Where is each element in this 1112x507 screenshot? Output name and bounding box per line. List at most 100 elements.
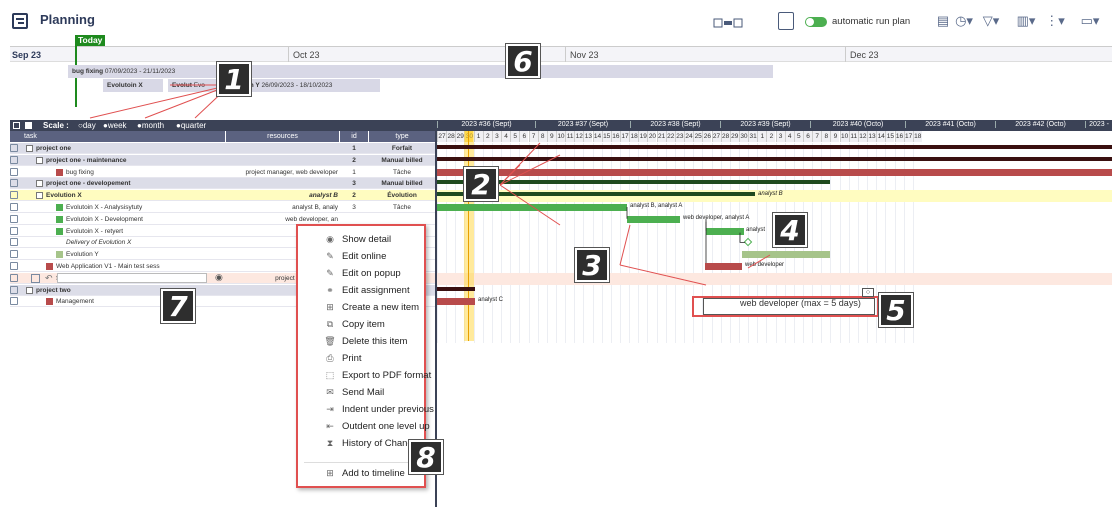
columns-icon[interactable]: ▥▾: [1015, 13, 1037, 29]
column-header-type[interactable]: type: [369, 131, 435, 142]
history-icon[interactable]: ◷▾: [953, 13, 975, 29]
expand-icon[interactable]: [25, 122, 32, 129]
filter-icon[interactable]: ▽▾: [980, 13, 1002, 29]
menu-item[interactable]: ⧉ Copy item: [306, 319, 385, 330]
column-header-task[interactable]: task: [10, 131, 225, 142]
column-header-resources[interactable]: resources: [226, 131, 339, 142]
outdent-icon: ⇤: [326, 421, 334, 431]
table-row[interactable]: Evolution X analyst B 2 Évolution: [10, 190, 435, 202]
menu-item-label: Create a new item: [342, 302, 420, 313]
close-icon[interactable]: ○: [862, 288, 874, 297]
menu-item[interactable]: ⎙ Print: [306, 353, 361, 364]
week-header: 2023 #42 (Octo): [995, 121, 1085, 128]
task-icon: [10, 167, 18, 176]
menu-item[interactable]: ⊞ Create a new item: [306, 302, 419, 313]
trash-icon: 🗑: [324, 336, 336, 346]
day-header: 27: [711, 131, 721, 142]
menu-item[interactable]: ✎ Edit on popup: [306, 268, 400, 279]
menu-item[interactable]: ✎ Edit online: [306, 251, 386, 262]
task-name: project one - maintenance: [46, 156, 127, 164]
day-header: 6: [519, 131, 529, 142]
menu-item[interactable]: ⬚ Export to PDF format: [306, 370, 432, 381]
day-header: 12: [857, 131, 867, 142]
day-header: 19: [638, 131, 648, 142]
print-icon: ⎙: [326, 353, 334, 363]
menu-item[interactable]: ◉ Show detail: [306, 234, 391, 245]
column-header-id[interactable]: id: [340, 131, 368, 142]
gantt-bar-label: analyst B: [758, 191, 783, 198]
timeline-item[interactable]: Evolutoin X: [103, 79, 163, 92]
timeline-item-name: bug fixing: [72, 68, 104, 75]
task-id: 3: [352, 180, 356, 188]
menu-item[interactable]: ⇥ Indent under previous: [306, 404, 434, 415]
task-bar[interactable]: [742, 251, 830, 259]
table-row[interactable]: project one - maintenance 2 Manual billed: [10, 154, 435, 166]
scale-option-month[interactable]: ●month: [137, 120, 164, 131]
collapse-toggle-icon[interactable]: [36, 156, 43, 164]
task-color-swatch: [56, 168, 63, 176]
collapse-icon[interactable]: [13, 122, 20, 129]
scale-option-day[interactable]: ○day: [78, 120, 96, 131]
scale-option-quarter[interactable]: ●quarter: [176, 120, 206, 131]
save-icon[interactable]: [31, 273, 40, 283]
view-icon[interactable]: ◉: [215, 272, 223, 283]
table-row[interactable]: bug fixing project manager, web developer…: [10, 167, 435, 178]
task-bar[interactable]: [437, 168, 1112, 176]
collapse-toggle-icon[interactable]: [36, 192, 43, 200]
menu-item-label: Export to PDF format: [342, 370, 432, 381]
task-bar[interactable]: [706, 227, 744, 235]
task-bar[interactable]: [437, 204, 627, 211]
auto-run-toggle[interactable]: [805, 17, 827, 27]
day-header: 11: [565, 131, 575, 142]
layout-icon[interactable]: ▤: [935, 13, 951, 29]
timeline-month: Nov 23: [570, 50, 599, 60]
callout-badge: 1: [217, 62, 251, 96]
menu-item[interactable]: ⇤ Outdent one level up: [306, 421, 429, 432]
collapse-toggle-icon[interactable]: [26, 145, 33, 152]
task-name-input[interactable]: [57, 272, 207, 283]
collapse-toggle-icon[interactable]: [26, 286, 33, 294]
table-row[interactable]: project one - developement 3 Manual billed: [10, 178, 435, 190]
critical-path-icon[interactable]: [712, 16, 744, 30]
task-bar[interactable]: [627, 215, 680, 223]
task-id: 1: [352, 145, 356, 152]
week-header: 2023 #39 (Sept): [720, 121, 810, 128]
menu-item[interactable]: ⚭ Edit assignment: [306, 285, 409, 296]
more-icon[interactable]: ⋮▾: [1045, 13, 1065, 29]
task-type: Évolution: [387, 192, 417, 200]
menu-item[interactable]: ⊞ Add to timeline: [306, 468, 405, 479]
milestone-diamond[interactable]: [743, 238, 753, 247]
day-header: 18: [912, 131, 922, 142]
scale-option-label: quarter: [180, 121, 207, 130]
task-color-swatch: [46, 263, 53, 270]
collapse-toggle-icon[interactable]: [36, 180, 43, 188]
task-bar[interactable]: [437, 286, 475, 291]
timeline-item-dates: Evo: [193, 82, 205, 89]
task-icon: [10, 297, 18, 306]
display-icon[interactable]: ▭▾: [1075, 13, 1105, 29]
timeline-item[interactable]: Evolut Evo: [168, 79, 216, 92]
day-header: 1: [757, 131, 767, 142]
menu-item[interactable]: ⧗ History of Changes: [306, 438, 423, 449]
task-bar[interactable]: [437, 298, 475, 306]
scale-option-week[interactable]: ●week: [103, 120, 127, 131]
calculator-icon[interactable]: [778, 12, 794, 30]
callout-badge: 2: [464, 167, 498, 201]
scale-option-label: month: [141, 121, 165, 130]
copy-icon: ⧉: [326, 319, 334, 329]
undo-icon[interactable]: ↶: [45, 273, 53, 284]
timeline-item[interactable]: bug fixing 07/09/2023 - 21/11/2023: [68, 65, 773, 78]
table-row[interactable]: Evolutoin X - Analysisytuty analyst B, an…: [10, 202, 435, 213]
table-row[interactable]: project one 1 Forfait: [10, 143, 435, 154]
menu-divider: [304, 462, 419, 463]
task-bar[interactable]: [705, 263, 742, 270]
project-bar[interactable]: [437, 145, 1112, 149]
menu-item[interactable]: ✉ Send Mail: [306, 387, 384, 398]
scale-option-label: week: [107, 121, 127, 130]
menu-item[interactable]: 🗑 Delete this item: [306, 336, 407, 347]
callout-badge: 3: [575, 248, 609, 282]
group-bar[interactable]: [437, 156, 1112, 161]
gantt-bar-label: web developer, analyst A: [683, 214, 750, 221]
plus-box-icon: ⊞: [326, 468, 334, 478]
gantt-bar-label: analyst C: [478, 297, 504, 304]
